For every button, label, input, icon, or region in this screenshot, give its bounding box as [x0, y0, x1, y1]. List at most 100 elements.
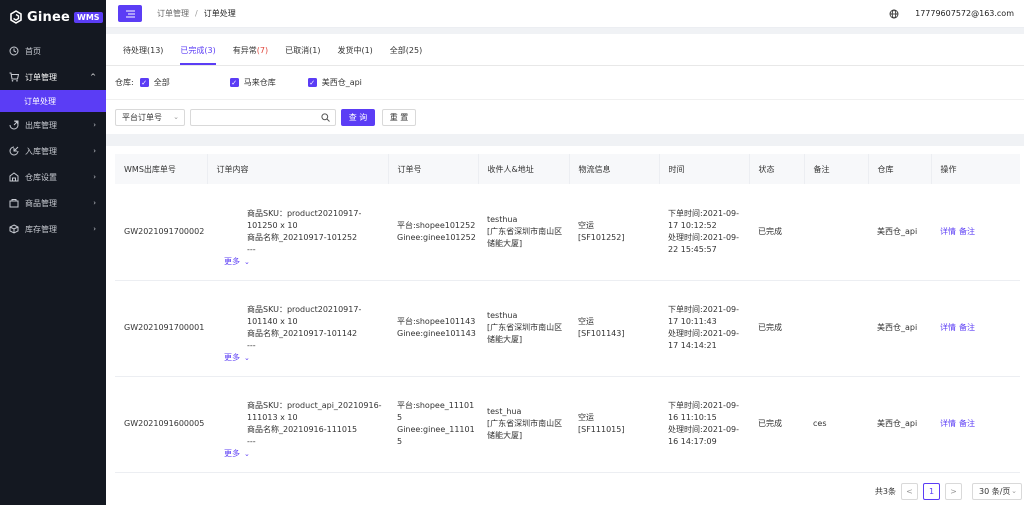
search-icon[interactable] — [321, 112, 330, 122]
table-header-row: WMS出库单号 订单内容 订单号 收件人&地址 物流信息 时间 状态 备注 仓库… — [115, 154, 1020, 184]
sidebar-item-goods[interactable]: 商品管理 › — [0, 190, 106, 216]
breadcrumb-item-orders[interactable]: 订单管理 — [157, 8, 189, 19]
inventory-icon — [9, 224, 19, 234]
more-label: 更多 — [224, 256, 240, 266]
next-page-button[interactable]: > — [945, 483, 962, 500]
sidebar-item-inbound[interactable]: 入库管理 › — [0, 138, 106, 164]
cell-actions: 详情 备注 — [931, 376, 1020, 473]
sidebar-item-orders[interactable]: 订单管理 ^ — [0, 64, 106, 90]
column-header: 订单号 — [388, 154, 479, 184]
logistics-line: [SF101143] — [578, 329, 625, 338]
search-input[interactable] — [191, 109, 311, 125]
sidebar-item-outbound[interactable]: 出库管理 › — [0, 112, 106, 138]
reset-button[interactable]: 重 置 — [382, 108, 416, 126]
page-number-button[interactable]: 1 — [923, 483, 940, 500]
time-line: 17 10:11:43 — [668, 317, 717, 326]
checkbox-warehouse-all[interactable]: ✓ 全部 — [139, 77, 170, 88]
query-button[interactable]: 查 询 — [341, 108, 375, 126]
tab-pending[interactable]: 待处理(13) — [123, 45, 163, 65]
tab-label: 已取消 — [285, 46, 310, 55]
cell-address: testhua [广东省深圳市南山区 储能大厦] — [478, 280, 569, 377]
detail-link[interactable]: 详情 — [940, 227, 956, 236]
cell-time: 下单时间:2021-09- 16 11:10:15 处理时间:2021-09- 16 … — [659, 376, 749, 473]
remark-link[interactable]: 备注 — [959, 227, 975, 236]
breadcrumb-separator: / — [195, 9, 198, 18]
content-line: --- — [247, 341, 256, 350]
logistics-line: [SF101252] — [578, 232, 625, 242]
checkbox-label: 美西仓_api — [321, 78, 362, 87]
more-button[interactable]: 更多 ⌄ — [224, 256, 250, 268]
sidebar-item-warehouse[interactable]: 仓库设置 › — [0, 164, 106, 190]
detail-link[interactable]: 详情 — [940, 419, 956, 428]
time-line: 处理时间:2021-09- — [668, 329, 740, 338]
sidebar-item-label: 首页 — [25, 46, 41, 56]
tab-shipping[interactable]: 发货中(1) — [337, 45, 372, 65]
cell-status: 已完成 — [749, 280, 804, 377]
cell-wms-no: GW2021091700001 — [115, 280, 207, 377]
warehouse-icon — [9, 172, 19, 182]
detail-link[interactable]: 详情 — [940, 323, 956, 332]
cell-order-no: 平台:shopee101143 Ginee:ginee101143 — [388, 280, 478, 377]
pagination: 共3条 < 1 > 30 条/页 ⌄ — [875, 483, 1022, 500]
checkbox-warehouse-malaysia[interactable]: ✓ 马来仓库 — [229, 77, 276, 88]
checkbox-label: 马来仓库 — [243, 78, 276, 87]
more-button[interactable]: 更多 ⌄ — [224, 448, 250, 460]
order-content-lines: 商品SKU：product20210917- 101250 x 10 商品名称_20… — [216, 208, 388, 256]
column-header: 状态 — [749, 154, 805, 184]
tab-cancelled[interactable]: 已取消(1) — [285, 45, 320, 65]
top-header: 订单管理 / 订单处理 17779607572@163.com — [106, 0, 1024, 28]
check-icon: ✓ — [307, 78, 317, 87]
order-content-lines: 商品SKU：product_api_20210916- 111013 x 10 商品… — [216, 400, 388, 448]
page-size-select[interactable]: 30 条/页 ⌄ — [972, 483, 1022, 500]
tab-label: 有异常 — [232, 46, 257, 55]
column-header: 物流信息 — [569, 154, 660, 184]
sidebar-subitem-order-processing[interactable]: 订单处理 — [0, 90, 106, 112]
cell-time: 下单时间:2021-09- 17 10:12:52 处理时间:2021-09- 22 … — [659, 184, 749, 281]
chevron-right-icon: › — [93, 199, 96, 207]
menu-toggle-button[interactable] — [118, 5, 142, 22]
time-line: 16 14:17:09 — [668, 437, 717, 446]
sidebar-item-inventory[interactable]: 库存管理 › — [0, 216, 106, 242]
breadcrumb-item-current: 订单处理 — [203, 9, 236, 18]
more-label: 更多 — [224, 448, 240, 458]
column-header: 时间 — [659, 154, 750, 184]
checkbox-warehouse-uswest[interactable]: ✓ 美西仓_api — [307, 77, 362, 88]
cell-order-no: 平台:shopee101252 Ginee:ginee101252 — [388, 184, 478, 281]
more-button[interactable]: 更多 ⌄ — [224, 352, 250, 364]
order-no-line: 平台:shopee_11101 — [397, 401, 475, 410]
checkbox-label: 全部 — [153, 78, 170, 87]
tab-all[interactable]: 全部(25) — [390, 45, 422, 65]
chevron-down-icon: ⌄ — [1011, 487, 1017, 495]
logistics-line: 空运 — [578, 413, 594, 422]
content-line: 101140 x 10 — [247, 317, 298, 326]
cell-order-content: 商品SKU：product20210917- 101140 x 10 商品名称_20… — [207, 280, 388, 377]
address-line: 储能大厦] — [487, 238, 523, 248]
cell-address: test_hua [广东省深圳市南山区 储能大厦] — [478, 376, 569, 473]
search-bar: 平台订单号 ⌄ 查 询 重 置 — [106, 100, 1024, 134]
user-account[interactable]: 17779607572@163.com — [915, 9, 1014, 18]
outbound-icon — [9, 120, 19, 130]
sidebar-item-label: 仓库设置 — [25, 172, 57, 182]
main-content: 待处理(13) 已完成(3) 有异常(7) 已取消(1) 发货中(1) 全部(2… — [106, 34, 1024, 505]
cell-actions: 详情 备注 — [931, 184, 1020, 281]
remark-link[interactable]: 备注 — [959, 323, 975, 332]
filter-card: 待处理(13) 已完成(3) 有异常(7) 已取消(1) 发货中(1) 全部(2… — [106, 34, 1024, 134]
remark-link[interactable]: 备注 — [959, 419, 975, 428]
chevron-down-icon: ⌄ — [173, 112, 179, 121]
chevron-right-icon: › — [93, 121, 96, 129]
sidebar-item-home[interactable]: 首页 — [0, 38, 106, 64]
content-line: 101250 x 10 — [247, 220, 298, 230]
cell-status: 已完成 — [749, 184, 804, 281]
cell-actions: 详情 备注 — [931, 280, 1020, 377]
cell-logistics: 空运 [SF111015] — [569, 376, 659, 473]
tab-completed[interactable]: 已完成(3) — [180, 45, 216, 65]
search-type-select[interactable]: 平台订单号 ⌄ — [115, 108, 185, 126]
tab-count: (1) — [309, 46, 321, 55]
prev-page-button[interactable]: < — [901, 483, 918, 500]
globe-icon[interactable] — [889, 9, 899, 19]
tab-count: (13) — [147, 46, 164, 55]
order-no-line: 5 — [397, 437, 403, 446]
cart-icon — [9, 72, 19, 82]
address-line: 储能大厦] — [487, 335, 523, 344]
tab-exception[interactable]: 有异常(7) — [233, 45, 268, 65]
